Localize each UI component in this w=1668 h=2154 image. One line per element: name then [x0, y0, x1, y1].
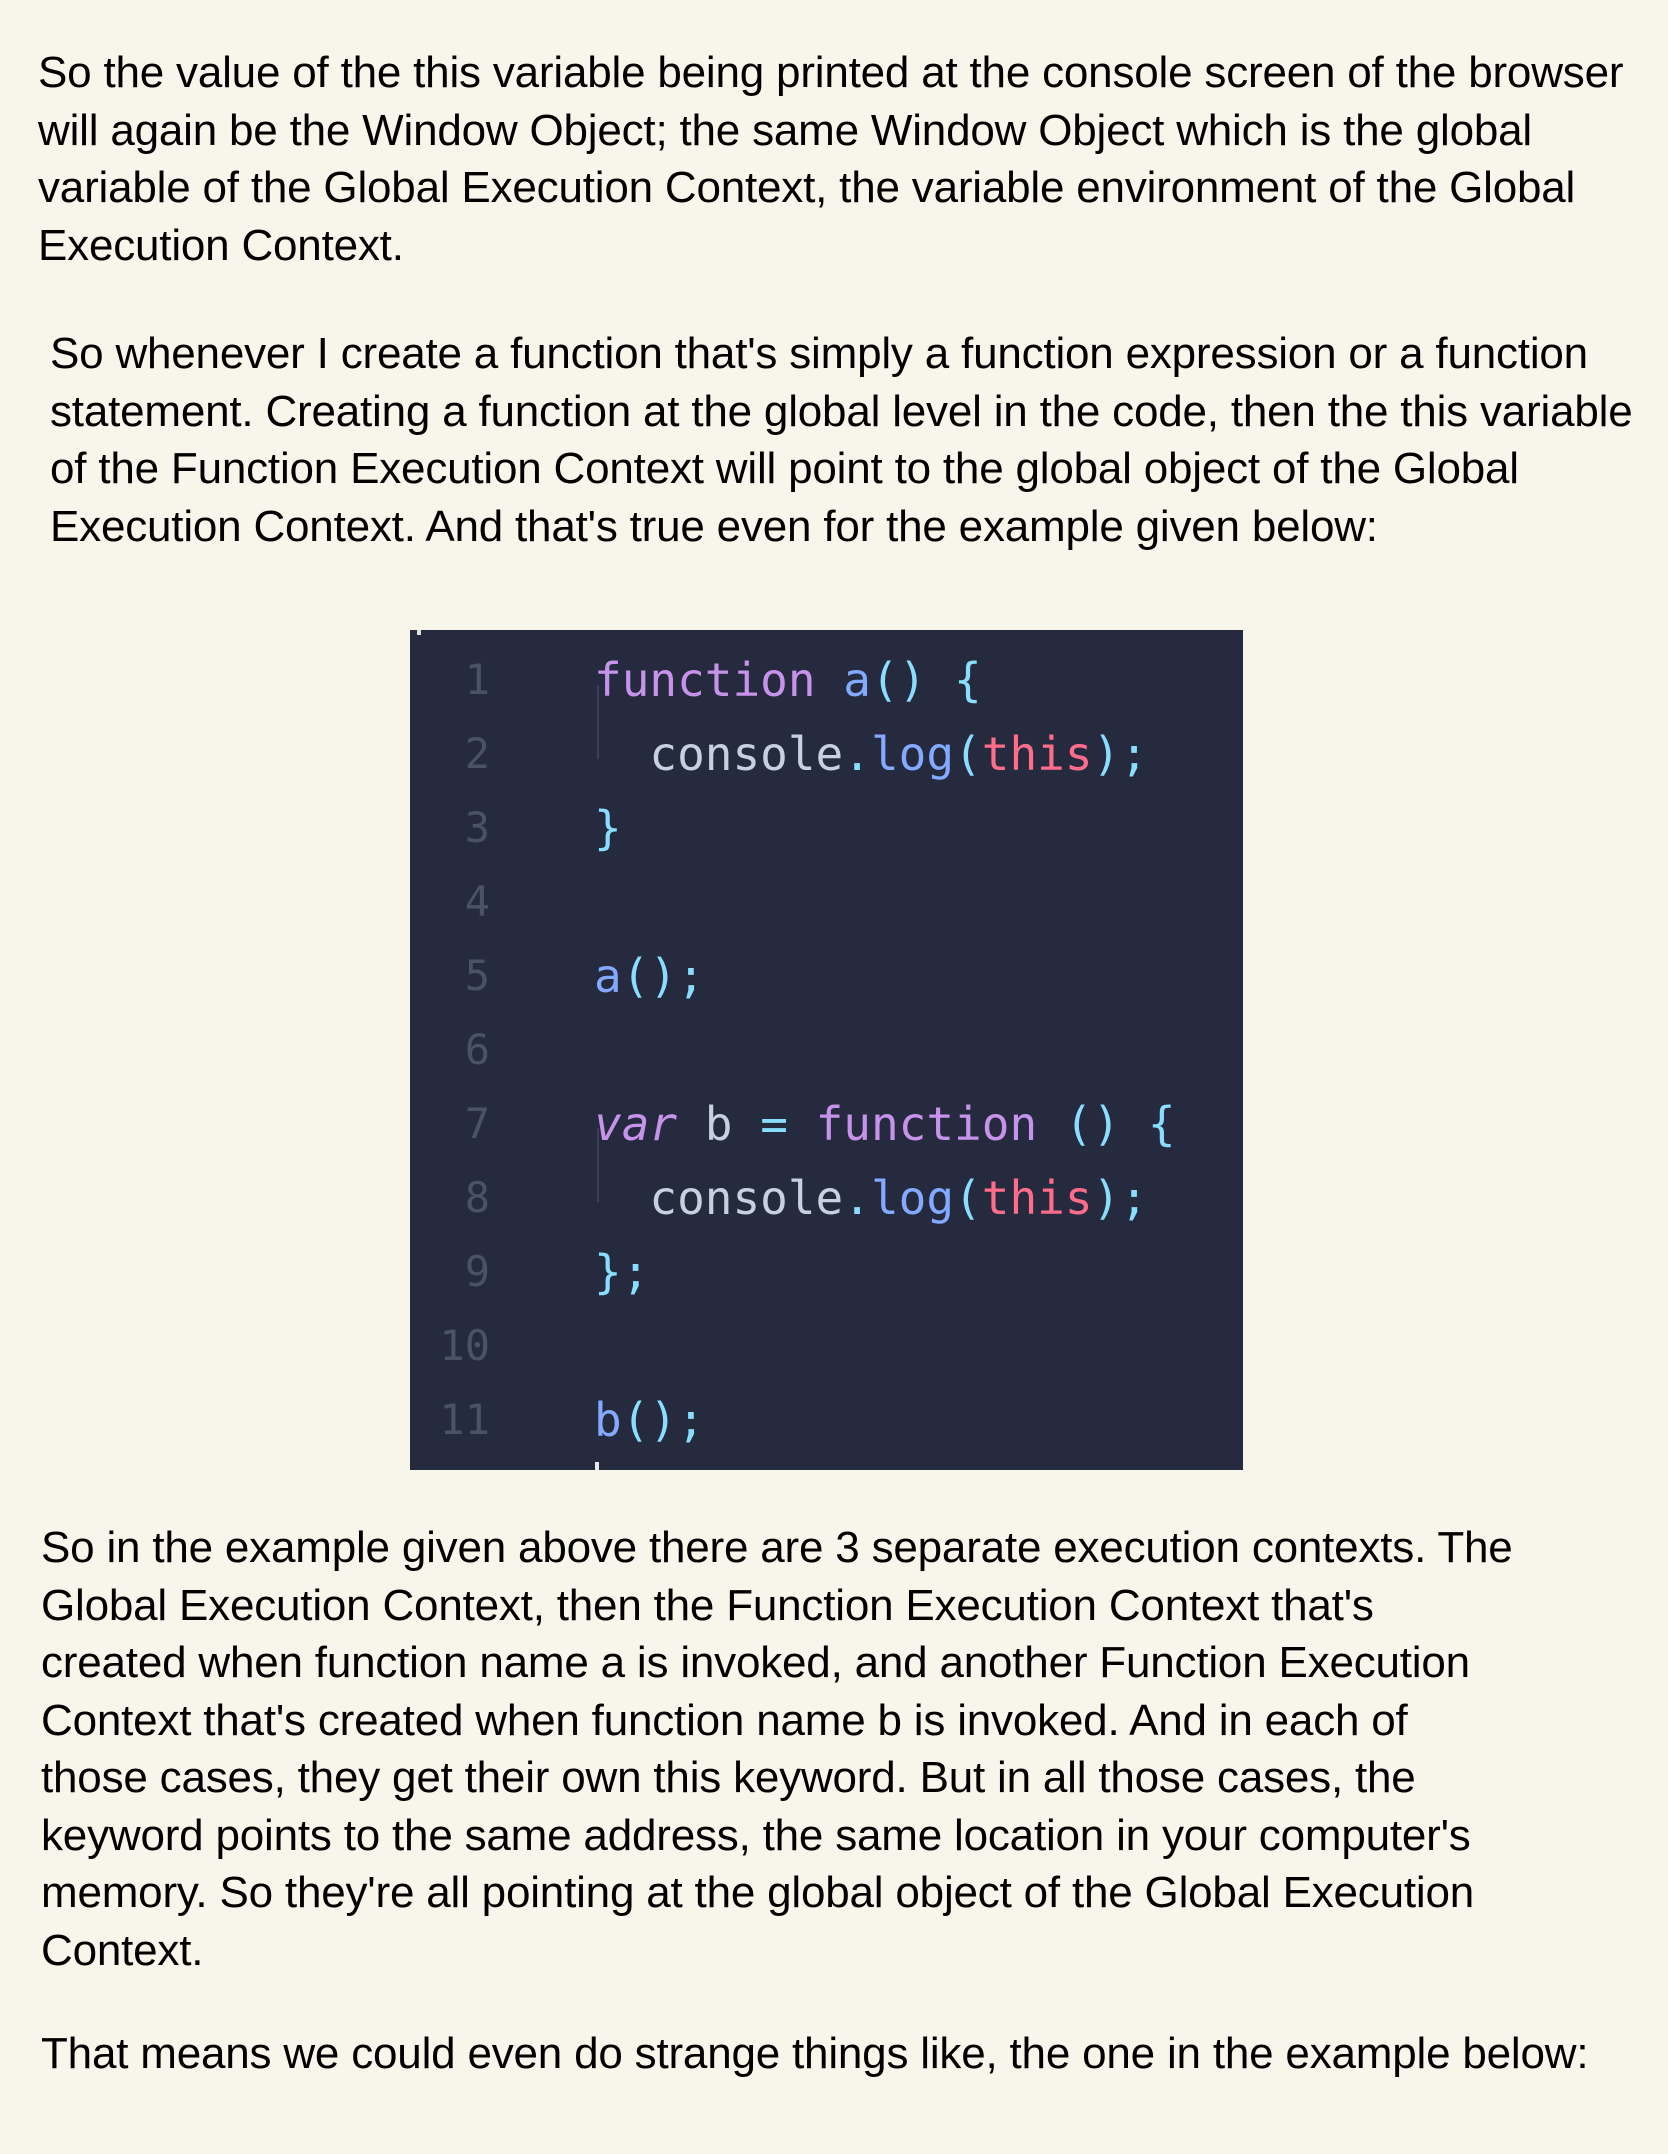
code-token: b	[677, 1097, 761, 1151]
code-token: );	[1092, 1171, 1148, 1225]
line-number: 11	[439, 1395, 490, 1444]
code-token: this	[981, 727, 1093, 781]
code-token: console	[594, 727, 844, 781]
code-token: a	[594, 949, 622, 1003]
line-number: 2	[464, 729, 490, 778]
code-line: 2 console.log(this);	[410, 717, 1243, 791]
code-token: this	[981, 1171, 1093, 1225]
code-token: }	[594, 801, 622, 855]
line-number: 5	[464, 951, 490, 1000]
code-token: ()	[1037, 1097, 1121, 1151]
paragraph-line: memory. So they're all pointing at the g…	[41, 1868, 1474, 1917]
code-token: .	[843, 1171, 871, 1225]
code-token: console	[594, 1171, 844, 1225]
code-line: 9};	[410, 1235, 1243, 1309]
line-number: 1	[464, 655, 490, 704]
code-line: 5 a();	[410, 939, 1243, 1013]
code-text: a();	[594, 939, 705, 1013]
line-number: 4	[464, 877, 490, 926]
code-text: b();	[594, 1383, 705, 1457]
paragraph-line: Context.	[41, 1925, 204, 1975]
text-cursor	[595, 1462, 599, 1470]
code-token: =	[760, 1097, 788, 1151]
gutter-corner-mark	[417, 630, 421, 635]
paragraph-function-context: So whenever I create a function that's s…	[50, 329, 1633, 551]
code-screenshot: 1 function a() {2 console.log(this); 3} 4 5 a…	[410, 630, 1243, 1470]
line-number: 8	[464, 1173, 490, 1222]
line-number: 3	[464, 803, 490, 852]
line-number: 10	[439, 1321, 490, 1370]
paragraph-execution-contexts: So in the example given above there are …	[41, 1519, 1668, 1979]
code-token: (	[954, 1171, 982, 1225]
code-text: console.log(this);	[594, 717, 1148, 791]
paragraph-line: Context that's created when function nam…	[41, 1695, 1408, 1745]
code-token: ()	[870, 653, 927, 707]
paragraph-strange-things: That means we could even do strange thin…	[41, 2029, 1589, 2078]
code-token: function	[594, 653, 816, 707]
code-line: 3}	[410, 791, 1243, 865]
paragraph-line: created when function name a is invoked,…	[41, 1638, 1470, 1687]
line-number: 6	[464, 1025, 490, 1074]
code-line: 10	[410, 1309, 1243, 1383]
code-text: }	[594, 791, 622, 865]
code-text: var b = function () {	[594, 1087, 1176, 1161]
code-text: function a() {	[594, 643, 982, 717]
code-token: ();	[621, 1393, 705, 1447]
line-number: 7	[464, 1099, 490, 1148]
code-text: };	[594, 1235, 649, 1309]
paragraph-line: Global Execution Context, then the Funct…	[41, 1580, 1374, 1630]
code-token: ();	[621, 949, 705, 1003]
code-token: {	[1120, 1097, 1176, 1151]
code-token: };	[594, 1245, 650, 1299]
code-token: var	[594, 1097, 678, 1151]
code-token: a	[815, 653, 871, 707]
code-line: 1 function a() {	[410, 643, 1243, 717]
paragraph-intro: So the value of the this variable being …	[38, 48, 1624, 270]
line-number: 9	[464, 1247, 490, 1296]
code-line: 4	[410, 865, 1243, 939]
code-line: 6	[410, 1013, 1243, 1087]
code-token: function	[787, 1097, 1038, 1151]
code-text: console.log(this);	[594, 1161, 1148, 1235]
code-token: log	[870, 1171, 955, 1225]
code-token: log	[870, 727, 955, 781]
paragraph-line: those cases, they get their own this key…	[41, 1753, 1416, 1802]
code-token: {	[926, 653, 982, 707]
code-line: 11 b();	[410, 1383, 1243, 1457]
code-token: );	[1092, 727, 1148, 781]
code-token: b	[594, 1393, 622, 1447]
code-line: 7 var b = function () {	[410, 1087, 1243, 1161]
paragraph-line: So in the example given above there are …	[41, 1523, 1513, 1572]
code-line: 8 console.log(this);	[410, 1161, 1243, 1235]
code-token: (	[954, 727, 982, 781]
code-token: .	[843, 727, 871, 781]
paragraph-line: keyword points to the same address, the …	[41, 1810, 1471, 1860]
